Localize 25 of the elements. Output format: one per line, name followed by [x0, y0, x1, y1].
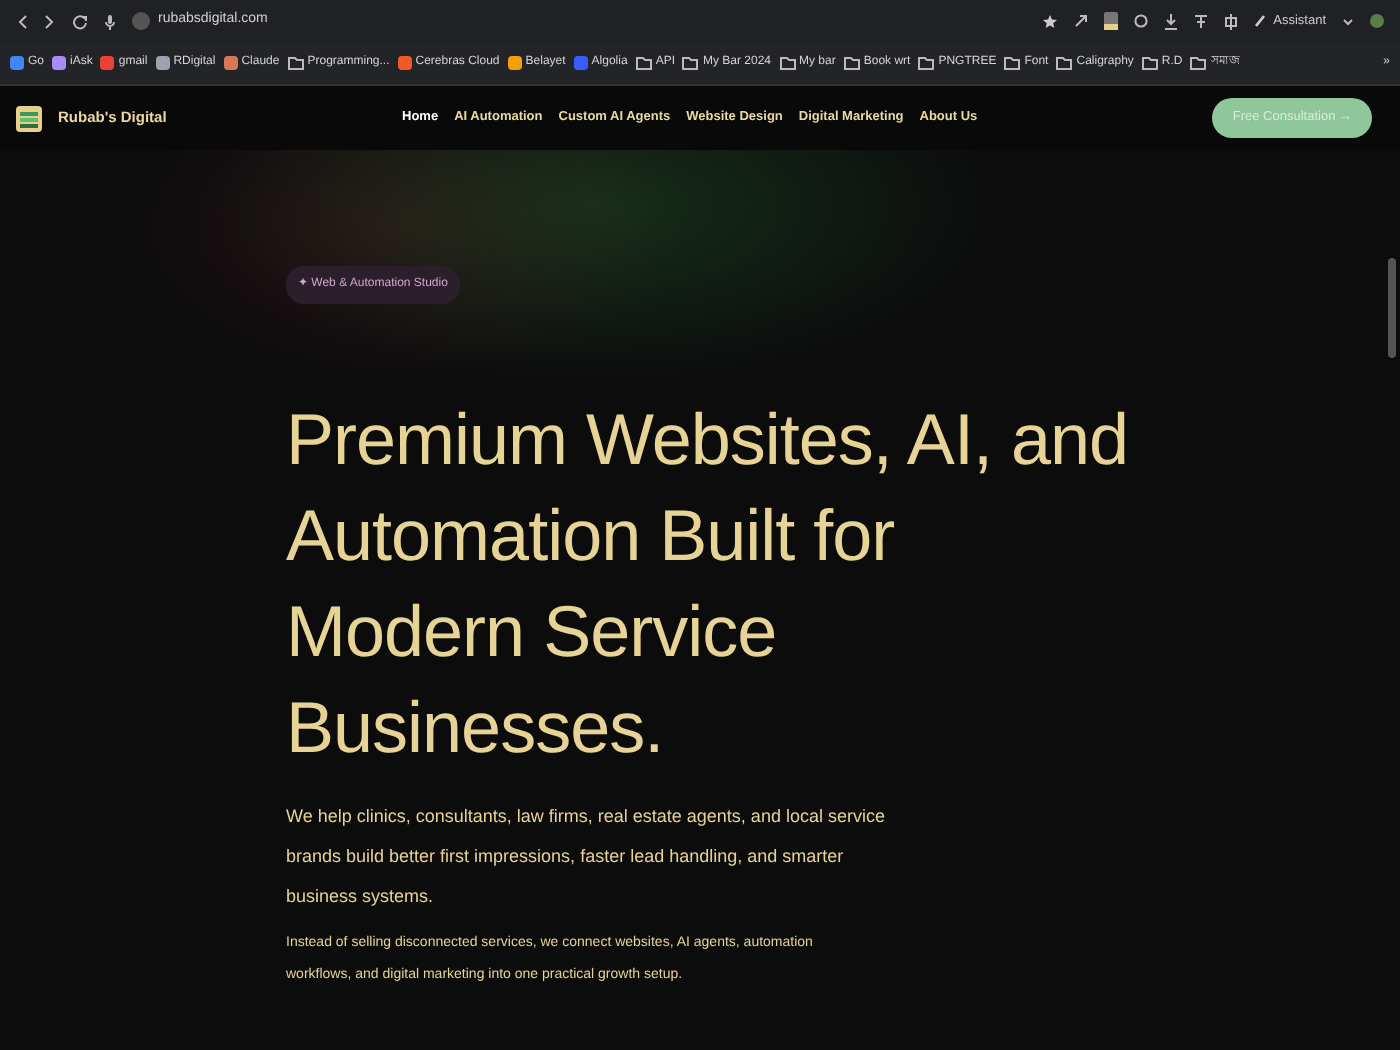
star-icon[interactable] — [1041, 13, 1058, 29]
folder-icon — [1056, 56, 1073, 70]
microphone-icon[interactable] — [104, 13, 116, 29]
hero-lead-text: We help clinics, consultants, law firms, real estate agents, and local service brands build better first impressions, faster lead handling, and smarter business systems. — [286, 804, 886, 910]
folder-icon — [779, 56, 796, 70]
profile-icon[interactable] — [1370, 14, 1384, 28]
text-icon[interactable] — [1193, 14, 1208, 28]
folder-icon — [682, 56, 699, 70]
folder-icon — [1141, 56, 1158, 70]
download-icon[interactable] — [1163, 13, 1178, 29]
scrollbar-thumb — [1388, 258, 1396, 358]
pen-icon — [1253, 14, 1266, 28]
extension-icon[interactable] — [1103, 12, 1118, 30]
hero-headline: Premium Websites, AI, and Automation Built for Modern Service Businesses. — [286, 396, 1131, 772]
reload-icon[interactable] — [72, 13, 88, 29]
chevron-icon[interactable] — [1342, 15, 1354, 27]
folder-icon — [635, 56, 652, 70]
folder-icon — [1004, 56, 1021, 70]
folder-icon — [287, 56, 304, 70]
back-icon[interactable] — [16, 13, 28, 29]
folder-icon — [843, 56, 860, 70]
logo-icon[interactable] — [16, 105, 42, 131]
forward-icon[interactable] — [44, 13, 56, 29]
folder-icon — [918, 56, 935, 70]
folder-icon — [1190, 56, 1207, 70]
